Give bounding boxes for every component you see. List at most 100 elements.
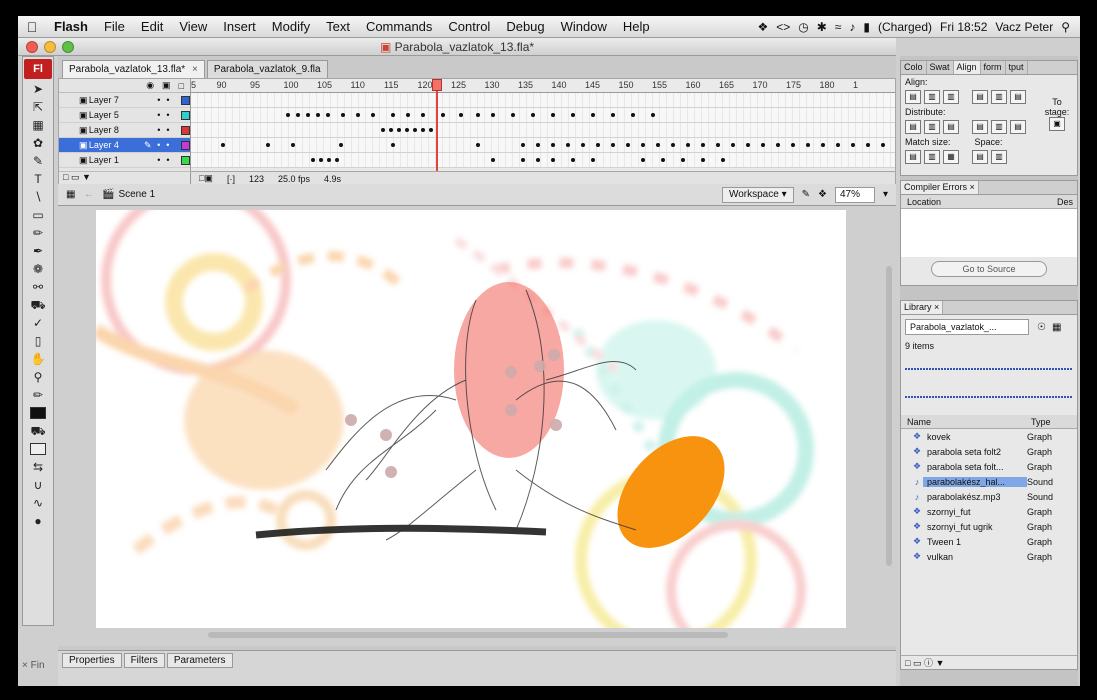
tab-filters[interactable]: Filters — [123, 653, 165, 668]
keyframe[interactable] — [731, 143, 735, 147]
menu-debug[interactable]: Debug — [498, 19, 552, 34]
delete-item-icon[interactable]: ▼ — [936, 658, 945, 668]
menu-modify[interactable]: Modify — [264, 19, 318, 34]
keyframe[interactable] — [836, 143, 840, 147]
keyframe[interactable] — [591, 158, 595, 162]
layer-toggles[interactable]: •• — [152, 155, 181, 165]
library-item-name[interactable]: Tween 1 — [923, 537, 1027, 547]
keyframe[interactable] — [326, 113, 330, 117]
show-hide-eye-icon[interactable]: ◉ — [146, 80, 154, 91]
minimize-window-button[interactable] — [44, 41, 56, 53]
keyframe[interactable] — [686, 143, 690, 147]
frame-track[interactable] — [191, 153, 895, 168]
align-vcenter-icon[interactable]: ▥ — [991, 90, 1007, 104]
properties-icon[interactable]: ⓘ — [924, 658, 933, 668]
deco-tool-icon[interactable]: ❁ — [27, 261, 49, 277]
layer-toggles[interactable]: •• — [152, 140, 182, 150]
new-symbol-icon[interactable]: □ — [905, 658, 910, 668]
hand-tool-icon[interactable]: ✋ — [27, 351, 49, 367]
swap-colors-icon[interactable]: ⇆ — [27, 459, 49, 475]
distribute-left-icon[interactable]: ▤ — [972, 120, 988, 134]
keyframe[interactable] — [761, 143, 765, 147]
keyframe[interactable] — [371, 113, 375, 117]
library-item[interactable]: ❖ szornyi_fut Graph — [901, 504, 1077, 519]
wifi-icon[interactable]: ≈ — [835, 20, 842, 34]
straighten-option-icon[interactable]: ● — [27, 513, 49, 529]
keyframe[interactable] — [881, 143, 885, 147]
layer-row[interactable]: ▣ Layer 5 •• — [59, 108, 190, 123]
library-item-name[interactable]: szornyi_fut ugrik — [923, 522, 1027, 532]
menu-edit[interactable]: Edit — [133, 19, 171, 34]
keyframe[interactable] — [306, 113, 310, 117]
keyframe[interactable] — [721, 158, 725, 162]
keyframe[interactable] — [591, 113, 595, 117]
col-location[interactable]: Location — [907, 197, 1057, 207]
keyframe[interactable] — [406, 113, 410, 117]
library-item-name[interactable]: kovek — [923, 432, 1027, 442]
stroke-color-swatch[interactable] — [30, 407, 46, 419]
layer-name[interactable]: Layer 4 — [89, 140, 144, 150]
snap-magnet-icon[interactable]: ∪ — [27, 477, 49, 493]
keyframe[interactable] — [521, 143, 525, 147]
space-horizontal-icon[interactable]: ▥ — [991, 150, 1007, 164]
playhead-handle[interactable] — [432, 79, 442, 91]
tab-align[interactable]: Align — [953, 61, 981, 74]
lasso-tool-icon[interactable]: ✿ — [27, 135, 49, 151]
keyframe[interactable] — [476, 113, 480, 117]
library-item-name[interactable]: parabolakész.mp3 — [923, 492, 1027, 502]
layer-name[interactable]: Layer 7 — [89, 95, 144, 105]
eraser-tool-icon[interactable]: ▯ — [27, 333, 49, 349]
layer-color-swatch[interactable] — [181, 125, 190, 135]
doc-tab-active[interactable]: Parabola_vazlatok_13.fla* × — [62, 60, 205, 78]
layer-name[interactable]: Layer 1 — [89, 155, 144, 165]
spotlight-search-icon[interactable]: ⚲ — [1061, 20, 1070, 34]
go-to-source-button[interactable]: Go to Source — [931, 261, 1047, 277]
dock-label[interactable]: Fin — [31, 660, 45, 671]
distribute-bottom-icon[interactable]: ▤ — [943, 120, 959, 134]
library-item-name[interactable]: parabolakész_hal... — [923, 476, 1027, 487]
menubar-clock[interactable]: Fri 18:52 — [940, 20, 987, 34]
keyframe[interactable] — [791, 143, 795, 147]
menu-commands[interactable]: Commands — [358, 19, 440, 34]
align-bottom-icon[interactable]: ▤ — [1010, 90, 1026, 104]
space-vertical-icon[interactable]: ▤ — [972, 150, 988, 164]
keyframe[interactable] — [641, 143, 645, 147]
keyframe[interactable] — [631, 113, 635, 117]
library-item[interactable]: ♪ parabolakész.mp3 Sound — [901, 489, 1077, 504]
menu-text[interactable]: Text — [318, 19, 358, 34]
keyframe[interactable] — [421, 128, 425, 132]
tab-output[interactable]: tput — [1006, 61, 1028, 74]
layer-color-swatch[interactable] — [181, 140, 190, 150]
keyframe[interactable] — [221, 143, 225, 147]
keyframe[interactable] — [651, 113, 655, 117]
keyframe[interactable] — [551, 113, 555, 117]
layer-toggles[interactable]: •• — [152, 110, 181, 120]
delete-layer-icon[interactable]: ▼ — [82, 172, 91, 182]
layer-row[interactable]: ▣ Layer 7 •• — [59, 93, 190, 108]
match-height-icon[interactable]: ▥ — [924, 150, 940, 164]
library-file-select[interactable]: Parabola_vazlatok_... — [905, 319, 1029, 335]
align-top-icon[interactable]: ▤ — [972, 90, 988, 104]
keyframe[interactable] — [581, 143, 585, 147]
grid-icon[interactable]: ▦ — [66, 189, 75, 200]
library-item[interactable]: ❖ parabola seta folt2 Graph — [901, 444, 1077, 459]
menu-flash[interactable]: Flash — [46, 19, 96, 34]
outline-icon[interactable]: □ — [179, 81, 184, 91]
text-tool-icon[interactable]: T — [27, 171, 49, 187]
to-stage-toggle-icon[interactable]: ▣ — [1049, 117, 1065, 131]
onion-skin-icon[interactable]: □▣ — [199, 173, 213, 184]
keyframe[interactable] — [821, 143, 825, 147]
menu-window[interactable]: Window — [553, 19, 615, 34]
keyframe[interactable] — [291, 143, 295, 147]
keyframe[interactable] — [266, 143, 270, 147]
brush-tool-icon[interactable]: ✒ — [27, 243, 49, 259]
col-name[interactable]: Name — [907, 417, 1031, 427]
tab-properties[interactable]: Properties — [62, 653, 122, 668]
menu-insert[interactable]: Insert — [215, 19, 264, 34]
zoom-tool-icon[interactable]: ⚲ — [27, 369, 49, 385]
keyframe[interactable] — [421, 113, 425, 117]
frame-track[interactable] — [191, 123, 895, 138]
keyframe[interactable] — [596, 143, 600, 147]
stroke-color-pencil-icon[interactable]: ✏ — [27, 387, 49, 403]
keyframe[interactable] — [311, 158, 315, 162]
